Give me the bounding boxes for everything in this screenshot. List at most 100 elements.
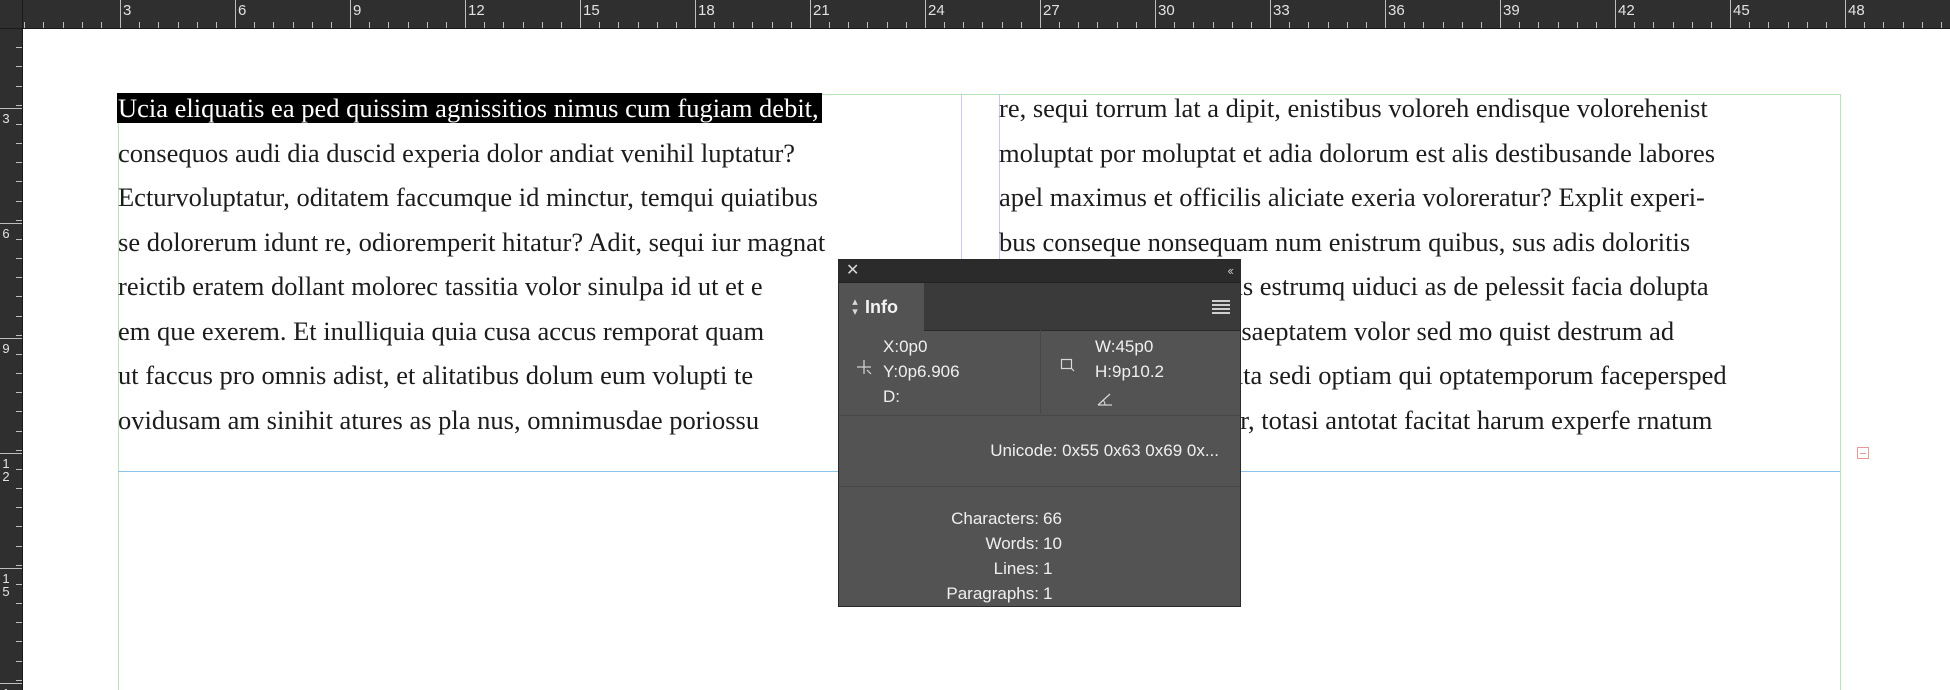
ruler-tick	[1692, 22, 1693, 28]
ruler-tick	[16, 565, 22, 566]
ruler-tick	[1864, 22, 1865, 28]
angle-icon	[1097, 393, 1112, 406]
ruler-tick	[16, 143, 22, 144]
ruler-tick	[714, 22, 715, 28]
ruler-tick	[1308, 22, 1309, 28]
ruler-label: 5	[2, 584, 10, 599]
ruler-tick	[1193, 22, 1194, 28]
words-label: Words:	[985, 534, 1039, 553]
overset-text-icon[interactable]	[1857, 447, 1869, 459]
expand-arrows-icon[interactable]: ▴ ▾	[851, 297, 859, 318]
ruler-tick	[16, 603, 22, 604]
panel-titlebar[interactable]: ✕ ‹‹	[839, 260, 1240, 283]
ruler-tick	[867, 22, 868, 28]
ruler-tick	[16, 124, 22, 125]
ruler-tick	[1653, 22, 1654, 28]
ruler-label: 27	[1043, 2, 1060, 19]
ruler-tick	[772, 22, 773, 28]
ruler-tick	[16, 507, 22, 508]
ruler-tick	[1538, 22, 1539, 28]
ruler-tick	[273, 22, 274, 28]
ruler-major-tick	[1270, 0, 1271, 28]
ruler-major-tick	[1155, 0, 1156, 28]
ruler-tick	[16, 392, 22, 393]
ruler-tick	[16, 220, 22, 221]
ruler-tick	[178, 22, 179, 28]
horizontal-ruler[interactable]: 3 6 9 12 15 18 21 24 27 30 33 36 39 42 45 48	[0, 0, 1950, 29]
unicode-section: Unicode: 0x55 0x63 0x69 0x...	[839, 416, 1240, 487]
ruler-tick	[1059, 22, 1060, 28]
ruler-tick	[16, 680, 22, 681]
ruler-tick	[1462, 22, 1463, 28]
text-line: se dolorerum idunt re, odioremperit hita…	[118, 226, 826, 257]
ruler-tick	[254, 22, 255, 28]
text-line: ut faccus pro omnis adist, et alitatibus…	[118, 360, 754, 390]
ruler-major-tick	[810, 0, 811, 28]
ruler-tick	[82, 22, 83, 28]
ruler-tick	[791, 22, 792, 28]
ruler-major-tick	[120, 0, 121, 28]
collapse-icon[interactable]: ‹‹	[1227, 262, 1234, 280]
ruler-label: 36	[1388, 2, 1405, 19]
ruler-tick	[408, 22, 409, 28]
ruler-tick	[1443, 22, 1444, 28]
ruler-tick	[16, 86, 22, 87]
ruler-label: 2	[2, 469, 10, 484]
text-column-left[interactable]: Ucia eliquatis ea ped quissim agnissitio…	[117, 86, 826, 442]
ruler-tick	[216, 22, 217, 28]
ruler-tick	[16, 411, 22, 412]
ruler-tick	[16, 239, 22, 240]
close-icon[interactable]: ✕	[846, 262, 859, 280]
ruler-tick	[197, 22, 198, 28]
info-panel[interactable]: ✕ ‹‹ ▴ ▾ Info X:0p0 Y:0p6.906 D: W:45p0 …	[838, 259, 1241, 607]
ruler-tick	[16, 622, 22, 623]
ruler-tick	[1826, 22, 1827, 28]
ruler-major-tick	[235, 0, 236, 28]
ruler-tick	[618, 22, 619, 28]
ruler-label: 3	[2, 111, 10, 126]
vertical-ruler[interactable]: 36912151	[0, 28, 23, 690]
ruler-label: 39	[1503, 2, 1520, 19]
paragraphs-label: Paragraphs:	[946, 584, 1039, 603]
ruler-tick	[1174, 22, 1175, 28]
ruler-tick	[16, 488, 22, 489]
ruler-tick	[369, 22, 370, 28]
ruler-label: 3	[123, 2, 132, 19]
ruler-tick	[1232, 22, 1233, 28]
y-label: Y:	[883, 362, 899, 381]
ruler-tick	[906, 22, 907, 28]
ruler-tick	[1711, 22, 1712, 28]
ruler-tick	[944, 22, 945, 28]
ruler-tick	[599, 22, 600, 28]
ruler-tick	[1117, 22, 1118, 28]
panel-menu-icon[interactable]	[1212, 300, 1230, 314]
ruler-tick	[982, 22, 983, 28]
ruler-tick	[1097, 22, 1098, 28]
text-line: apel maximus et officilis aliciate exeri…	[999, 182, 1705, 212]
ruler-tick	[829, 22, 830, 28]
ruler-major-tick	[0, 453, 22, 454]
ruler-tick	[1213, 22, 1214, 28]
words-value: 10	[1043, 534, 1062, 553]
ruler-label: 42	[1618, 2, 1635, 19]
ruler-tick	[887, 22, 888, 28]
ruler-tick	[1481, 22, 1482, 28]
ruler-major-tick	[0, 568, 22, 569]
ruler-tick	[963, 22, 964, 28]
section-divider	[1040, 330, 1041, 414]
ruler-label: 6	[2, 226, 10, 241]
ruler-origin[interactable]	[0, 0, 23, 29]
ruler-major-tick	[1040, 0, 1041, 28]
ruler-label: 9	[353, 2, 362, 19]
selected-text[interactable]: Ucia eliquatis ea ped quissim agnissitio…	[117, 93, 822, 123]
ruler-tick	[733, 22, 734, 28]
ruler-label: 48	[1848, 2, 1865, 19]
ruler-major-tick	[0, 683, 22, 684]
ruler-tick	[16, 661, 22, 662]
ruler-tick	[16, 641, 22, 642]
tab-info[interactable]: ▴ ▾ Info	[839, 283, 924, 331]
text-stats-section: Characters: 66 Words: 10 Lines: 1 Paragr…	[839, 487, 1240, 607]
ruler-tick	[16, 469, 22, 470]
ruler-major-tick	[1845, 0, 1846, 28]
ruler-tick	[24, 22, 25, 28]
